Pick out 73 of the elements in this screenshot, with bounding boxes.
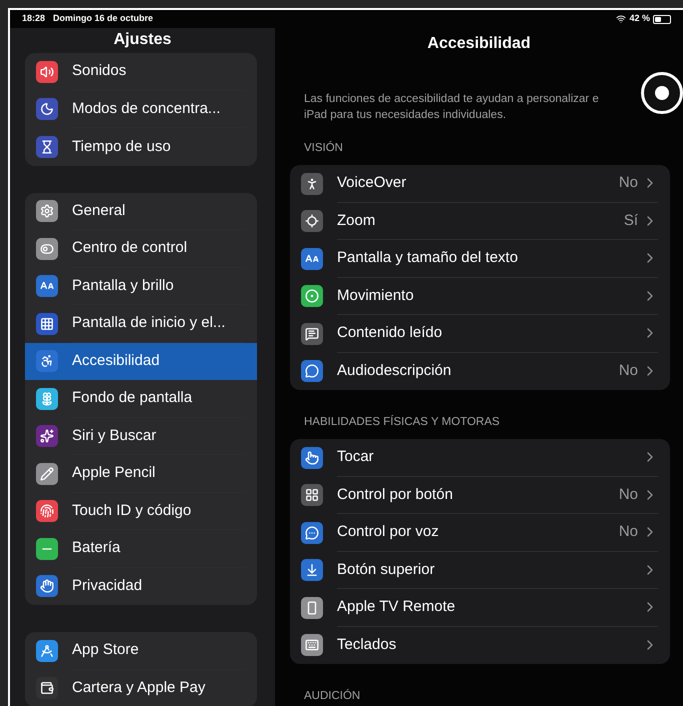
sidebar-item[interactable]: Modos de concentra... xyxy=(25,90,257,128)
row-label: Botón superior xyxy=(337,560,436,580)
status-date: Domingo 16 de octubre xyxy=(53,12,154,26)
section-header: HABILIDADES FÍSICAS Y MOTORAS xyxy=(303,414,501,430)
sidebar-item[interactable]: Centro de control xyxy=(25,230,257,268)
row-label: Pantalla y brillo xyxy=(72,276,175,296)
battery-percent: 42 % xyxy=(629,12,650,26)
row-label: Privacidad xyxy=(72,576,144,596)
row-label: Tiempo de uso xyxy=(72,136,172,156)
row-value: Sí xyxy=(624,210,638,230)
row-label: App Store xyxy=(72,640,140,660)
settings-row[interactable]: Teclados xyxy=(290,626,670,664)
row-label: Sonidos xyxy=(72,61,128,81)
row-label: Control por botón xyxy=(337,484,454,504)
sidebar-item[interactable]: Tiempo de uso xyxy=(25,128,257,166)
row-label: Zoom xyxy=(337,210,376,230)
settings-row[interactable]: Contenido leído xyxy=(290,315,670,352)
detail-title: Accesibilidad xyxy=(426,34,532,54)
row-label: Control por voz xyxy=(337,522,440,542)
sidebar-item[interactable]: App Store xyxy=(25,632,257,670)
row-label: Contenido leído xyxy=(337,323,444,343)
zoom-controller-icon[interactable] xyxy=(641,72,683,114)
row-label: Modos de concentra... xyxy=(72,98,222,118)
sidebar-item[interactable]: Batería xyxy=(25,530,257,568)
description-text: Las funciones de accesibilidad te ayudan a personalizar e xyxy=(304,92,599,107)
row-label: Apple Pencil xyxy=(72,463,156,483)
section-header: VISIÓN xyxy=(303,140,344,156)
row-label: General xyxy=(72,200,126,220)
row-label: Pantalla de inicio y el... xyxy=(72,313,226,333)
settings-row[interactable]: Movimiento xyxy=(290,278,670,315)
sidebar-item[interactable]: Apple Pencil xyxy=(25,455,257,492)
sidebar-item[interactable]: Pantalla y brillo xyxy=(25,268,257,305)
settings-row[interactable]: VoiceOver No xyxy=(290,165,670,202)
row-label: Centro de control xyxy=(72,238,188,258)
sidebar-item[interactable]: Privacidad xyxy=(25,568,257,605)
row-label: VoiceOver xyxy=(337,173,408,193)
sidebar-item[interactable]: Fondo de pantalla xyxy=(25,380,257,418)
row-label: Fondo de pantalla xyxy=(72,388,194,408)
section-header: AUDICIÓN xyxy=(303,688,362,704)
row-label: Pantalla y tamaño del texto xyxy=(337,248,519,268)
settings-row[interactable]: Apple TV Remote xyxy=(290,589,670,626)
row-label: Teclados xyxy=(337,635,398,655)
settings-row[interactable]: Audiodescripción No xyxy=(290,352,670,390)
battery-icon xyxy=(653,14,671,24)
row-label: Batería xyxy=(72,538,122,558)
settings-row[interactable]: Zoom Sí xyxy=(290,202,670,240)
row-label: Cartera y Apple Pay xyxy=(72,678,206,698)
sidebar-title: Ajustes xyxy=(112,30,172,50)
row-label: Movimiento xyxy=(337,286,415,306)
settings-row[interactable]: Tocar xyxy=(290,439,670,476)
settings-row[interactable]: Control por botón No xyxy=(290,476,670,514)
row-label: Accesibilidad xyxy=(72,351,161,371)
sidebar-item[interactable]: Siri y Buscar xyxy=(25,418,257,455)
row-value: No xyxy=(618,522,638,542)
settings-row[interactable]: Botón superior xyxy=(290,552,670,589)
wifi-icon xyxy=(616,14,626,24)
row-value: No xyxy=(618,173,638,193)
settings-row[interactable]: Control por voz No xyxy=(290,514,670,552)
description-text: iPad para tus necesidades individuales. xyxy=(304,108,506,123)
sidebar-item[interactable]: Accesibilidad xyxy=(25,342,257,380)
row-label: Siri y Buscar xyxy=(72,426,158,446)
row-label: Audiodescripción xyxy=(337,361,452,381)
row-value: No xyxy=(618,361,638,381)
sidebar-item[interactable]: Sonidos xyxy=(25,53,257,90)
sidebar-item[interactable]: Cartera y Apple Pay xyxy=(25,670,257,706)
row-value: No xyxy=(618,484,638,504)
row-label: Touch ID y código xyxy=(72,500,192,520)
status-time: 18:28 xyxy=(22,12,46,26)
row-label: Tocar xyxy=(337,447,375,467)
settings-row[interactable]: Pantalla y tamaño del texto xyxy=(290,240,670,278)
sidebar-item[interactable]: Touch ID y código xyxy=(25,492,257,530)
sidebar-item[interactable]: General xyxy=(25,192,257,230)
row-label: Apple TV Remote xyxy=(337,597,456,617)
